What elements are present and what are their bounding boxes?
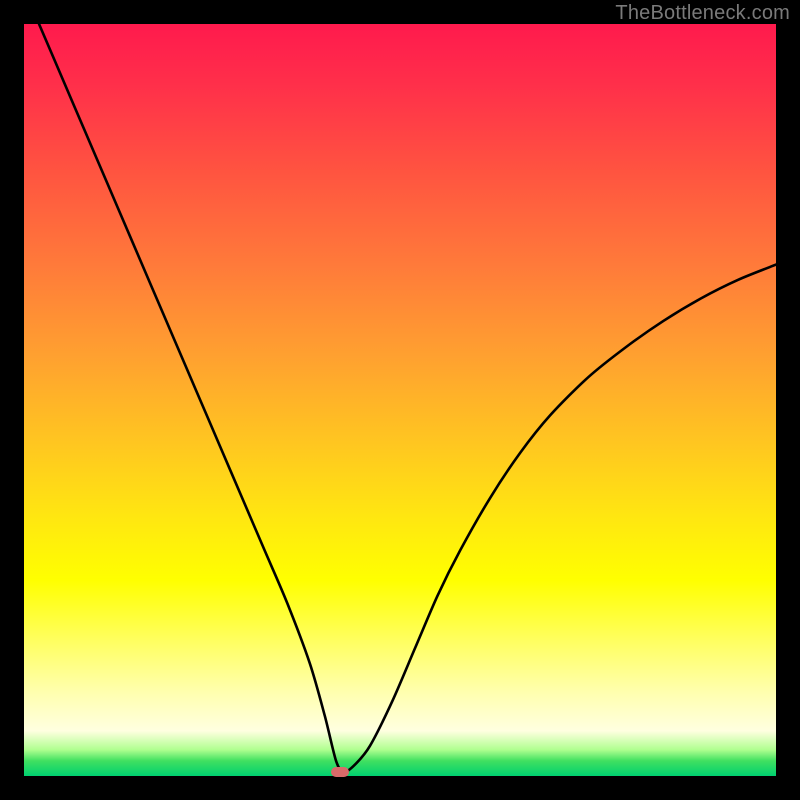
minimum-marker (331, 767, 349, 777)
curve-svg (24, 24, 776, 776)
bottleneck-curve (39, 24, 776, 772)
watermark-text: TheBottleneck.com (615, 2, 790, 25)
chart-container: TheBottleneck.com (0, 0, 800, 800)
plot-area (24, 24, 776, 776)
